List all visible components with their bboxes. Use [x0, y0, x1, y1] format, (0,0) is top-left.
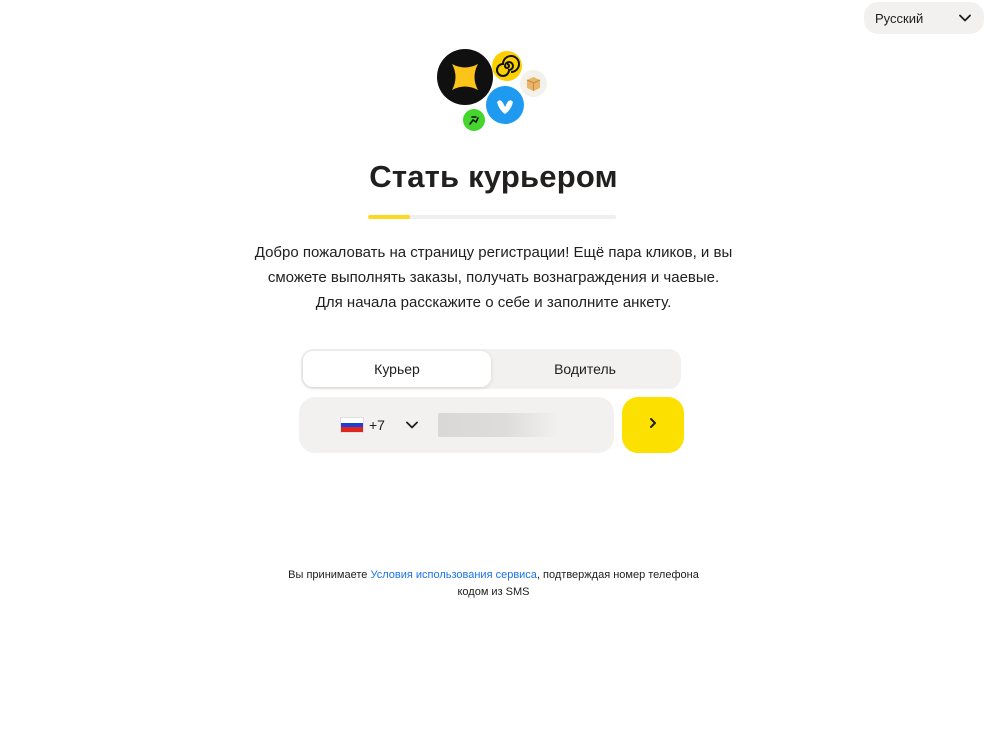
chevron-down-icon [405, 418, 419, 432]
service-logos-cluster [436, 48, 550, 132]
description-line: Для начала расскажите о себе и заполните… [315, 294, 672, 311]
terms-of-service-link[interactable]: Условия использования сервиса [370, 569, 537, 581]
terms-line-2: кодом из SMS [457, 586, 530, 598]
language-selector[interactable]: Русский [864, 2, 984, 34]
role-option-driver[interactable]: Водитель [491, 351, 679, 387]
chevron-down-icon [958, 11, 972, 25]
phone-field: +7 [299, 397, 614, 453]
country-code: +7 [369, 417, 385, 433]
phone-number-input[interactable] [438, 413, 558, 437]
page-title: Стать курьером [369, 159, 618, 194]
russia-flag-icon [340, 417, 364, 433]
registration-page: Русский Стать курьером Добро пожаловать … [0, 0, 987, 738]
description-line: сможете выполнять заказы, получать возна… [267, 269, 720, 286]
welcome-description: Добро пожаловать на страницу регистрации… [0, 240, 987, 315]
progress-fill [368, 215, 411, 219]
registration-progress-bar [368, 215, 616, 219]
role-option-courier[interactable]: Курьер [303, 351, 491, 387]
terms-prefix: Вы принимаете [288, 569, 371, 581]
description-line: Добро пожаловать на страницу регистрации… [254, 244, 733, 261]
chevron-right-icon [648, 416, 658, 434]
next-button[interactable] [622, 397, 684, 453]
country-code-selector[interactable]: +7 [340, 415, 419, 435]
delivery-box-icon [520, 70, 547, 97]
blue-check-logo-icon [486, 86, 524, 124]
language-label: Русский [875, 10, 924, 26]
yandex-pro-logo-icon [437, 49, 493, 105]
terms-notice: Вы принимаете Условия использования серв… [0, 567, 987, 601]
spiral-logo-icon [492, 51, 522, 81]
role-switch: Курьер Водитель [301, 349, 681, 389]
green-runner-icon [463, 109, 485, 131]
terms-suffix: , подтверждая номер телефона [536, 569, 699, 581]
